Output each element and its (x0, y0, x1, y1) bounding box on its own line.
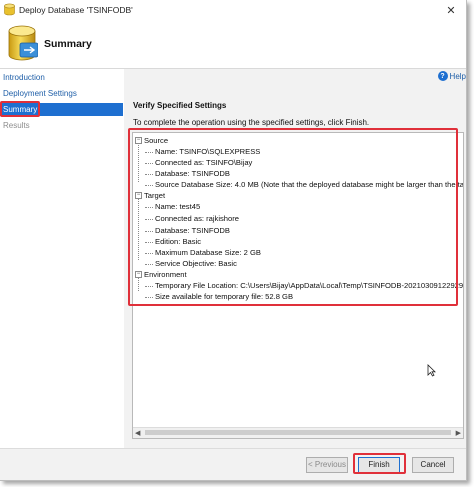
previous-button[interactable]: < Previous (306, 457, 348, 473)
summary-highlight (0, 101, 40, 117)
deploy-database-window: Deploy Database 'TSINFODB' ✕ Summary Int… (0, 0, 467, 481)
page-title: Summary (44, 38, 92, 50)
wizard-sidebar: Introduction Deployment Settings Summary… (0, 69, 123, 449)
sidebar-item-introduction[interactable]: Introduction (0, 71, 123, 84)
scroll-right-icon[interactable]: ▶ (456, 429, 461, 437)
close-button[interactable]: ✕ (436, 0, 466, 20)
sidebar-item-results: Results (3, 121, 30, 130)
title-bar: Deploy Database 'TSINFODB' ✕ (0, 0, 466, 20)
sidebar-item-deployment-settings[interactable]: Deployment Settings (0, 87, 123, 100)
page-header: Summary (0, 20, 466, 69)
finish-highlight (353, 453, 406, 474)
horizontal-scrollbar[interactable]: ◀ ▶ (133, 427, 463, 438)
settings-highlight (128, 128, 458, 306)
section-title: Verify Specified Settings (133, 101, 227, 110)
scroll-left-icon[interactable]: ◀ (135, 429, 140, 437)
database-cylinder-icon (8, 25, 38, 61)
help-label: Help (449, 71, 466, 81)
cancel-button[interactable]: Cancel (412, 457, 454, 473)
help-icon: ? (437, 71, 448, 81)
scrollbar-thumb[interactable] (145, 430, 451, 435)
close-icon: ✕ (446, 4, 456, 17)
app-icon (4, 3, 15, 16)
mouse-cursor-icon (427, 364, 436, 377)
window-controls: ✕ (436, 0, 466, 20)
help-link[interactable]: ? Help (437, 71, 466, 81)
instruction-text: To complete the operation using the spec… (133, 118, 370, 127)
window-title: Deploy Database 'TSINFODB' (19, 5, 133, 15)
